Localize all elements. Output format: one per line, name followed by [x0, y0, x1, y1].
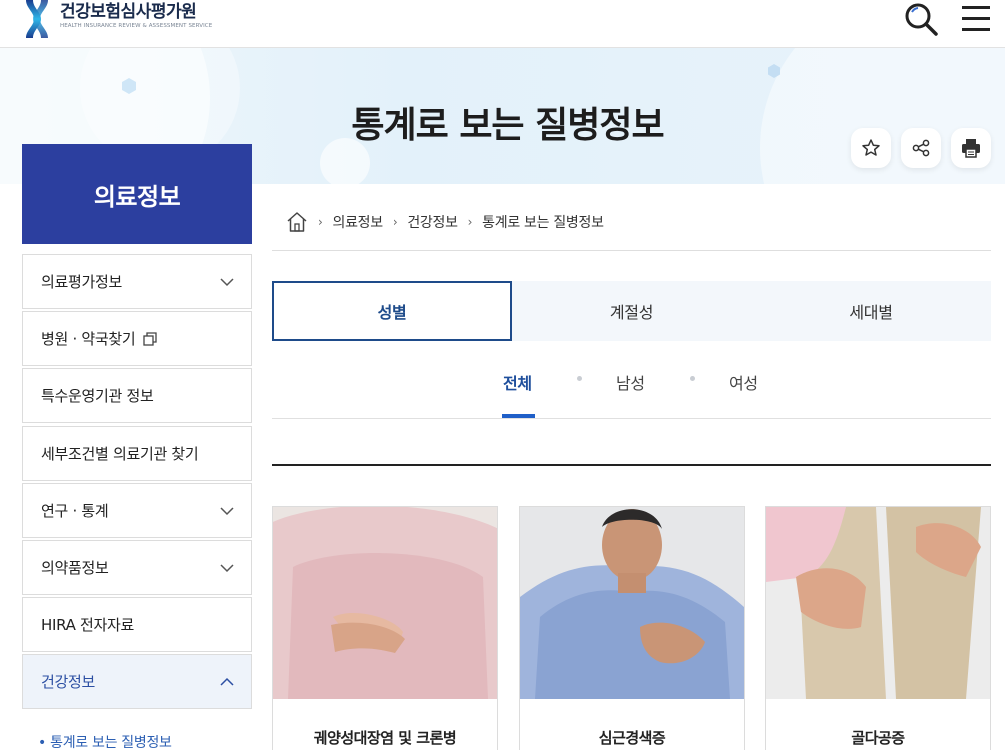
site-logo[interactable]: 건강보험심사평가원 HEALTH INSURANCE REVIEW & ASSE…: [22, 0, 212, 38]
external-link-icon: [143, 331, 158, 346]
disease-card-osteoporosis[interactable]: 골다공증: [765, 506, 991, 750]
tab-gender[interactable]: 성별: [272, 281, 512, 341]
breadcrumb-separator: ›: [392, 215, 398, 229]
favorite-button[interactable]: [851, 128, 891, 168]
sidebar-item-label: 병원 · 약국찾기: [41, 330, 136, 348]
sidebar-item-label: 의약품정보: [41, 559, 109, 577]
home-icon[interactable]: [286, 211, 308, 233]
site-header: 건강보험심사평가원 HEALTH INSURANCE REVIEW & ASSE…: [0, 0, 1005, 48]
hamburger-menu-icon[interactable]: [960, 4, 992, 32]
star-icon: [862, 139, 880, 156]
sidebar-item-drug-info[interactable]: 의약품정보: [22, 540, 252, 595]
print-button[interactable]: [951, 128, 991, 168]
disease-card-ulcerative-colitis[interactable]: 궤양성대장염 및 크론병: [272, 506, 498, 750]
logo-subtitle: HEALTH INSURANCE REVIEW & ASSESSMENT SER…: [60, 23, 213, 29]
breadcrumb: › 의료정보 › 건강정보 › 통계로 보는 질병정보: [286, 210, 604, 234]
search-icon[interactable]: [904, 2, 938, 36]
chevron-down-icon: [220, 564, 234, 573]
share-icon: [912, 139, 930, 157]
sidebar-item-label: 의료평가정보: [41, 273, 123, 291]
sidebar-item-hira-data[interactable]: HIRA 전자자료: [22, 597, 252, 652]
breadcrumb-separator: ›: [318, 215, 323, 229]
chevron-down-icon: [220, 507, 234, 516]
sidebar-item-special-institutions[interactable]: 특수운영기관 정보: [22, 368, 252, 423]
sidebar-subitem-disease-statistics[interactable]: • 통계로 보는 질병정보: [38, 732, 172, 750]
disease-card-myocardial-infarction[interactable]: 심근경색증: [519, 506, 745, 750]
breadcrumb-separator: ›: [467, 215, 473, 229]
sidebar-item-label: HIRA 전자자료: [41, 616, 135, 634]
separator-dot: [577, 376, 582, 381]
print-icon: [962, 139, 980, 158]
divider: [272, 418, 991, 419]
sidebar-item-label: 건강정보: [41, 673, 96, 691]
subtab-female[interactable]: 여성: [729, 370, 758, 394]
chevron-down-icon: [220, 278, 234, 287]
breadcrumb-item[interactable]: 건강정보: [407, 212, 458, 232]
sidebar-item-label: 세부조건별 의료기관 찾기: [41, 445, 199, 463]
sidebar-item-hospital-search[interactable]: 병원 · 약국찾기: [22, 311, 252, 366]
card-title: 심근경색증: [598, 729, 666, 747]
share-button[interactable]: [901, 128, 941, 168]
sidebar-item-research-statistics[interactable]: 연구 · 통계: [22, 483, 252, 538]
card-title: 골다공증: [851, 729, 905, 747]
logo-mark-icon: [26, 0, 48, 38]
sidebar-item-medical-evaluation[interactable]: 의료평가정보: [22, 254, 252, 309]
card-image: [520, 507, 744, 699]
tab-generation[interactable]: 세대별: [751, 281, 991, 341]
sidebar-item-detailed-search[interactable]: 세부조건별 의료기관 찾기: [22, 426, 252, 481]
sidebar-heading: 의료정보: [22, 144, 252, 244]
subtab-all[interactable]: 전체: [503, 370, 532, 394]
sidebar-item-label: 연구 · 통계: [41, 502, 109, 520]
breadcrumb-item[interactable]: 의료정보: [333, 212, 384, 232]
breadcrumb-current: 통계로 보는 질병정보: [482, 215, 604, 231]
section-divider: [272, 464, 991, 466]
card-image: [273, 507, 497, 699]
card-title: 궤양성대장염 및 크론병: [313, 729, 457, 747]
sidebar-item-health-info[interactable]: 건강정보: [22, 654, 252, 709]
divider: [272, 250, 991, 251]
tab-seasonal[interactable]: 계절성: [512, 281, 751, 341]
logo-name: 건강보험심사평가원: [60, 2, 197, 22]
separator-dot: [690, 376, 695, 381]
sidebar-item-label: 특수운영기관 정보: [41, 387, 154, 405]
chevron-up-icon: [220, 677, 234, 686]
subtab-male[interactable]: 남성: [616, 370, 645, 394]
card-image: [766, 507, 990, 699]
